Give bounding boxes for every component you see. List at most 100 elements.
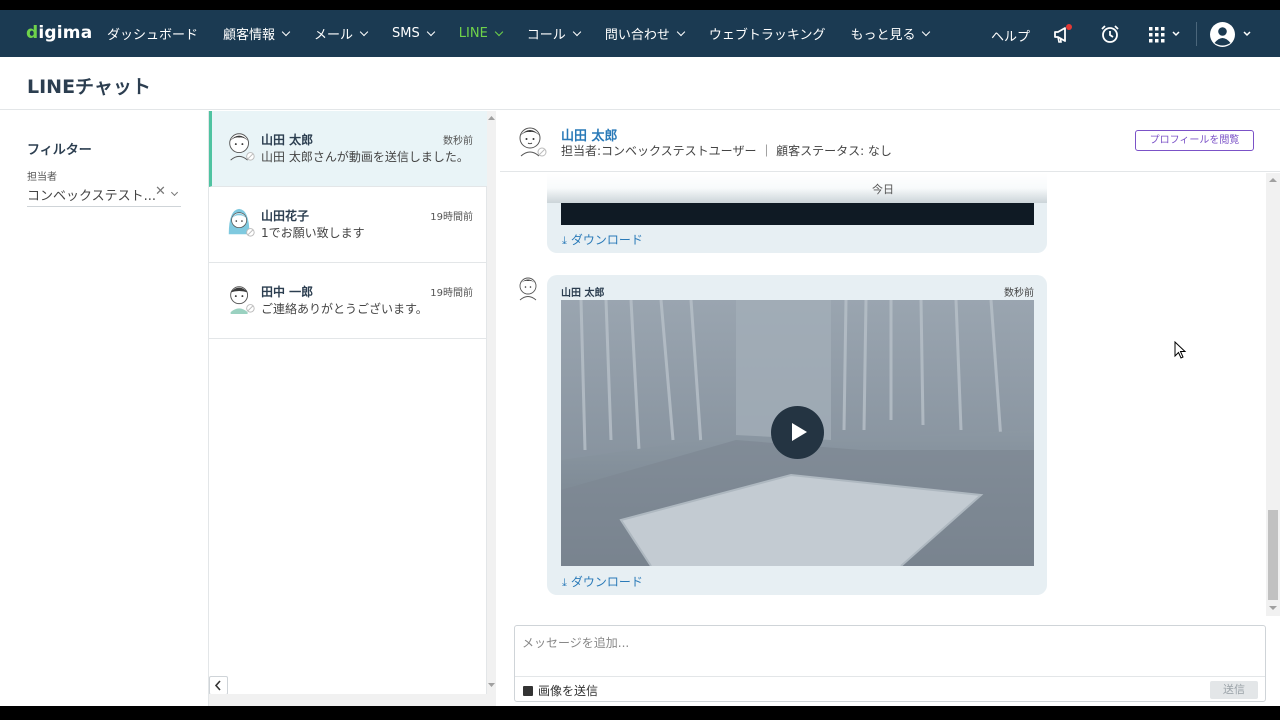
apps-grid-icon[interactable] [1146, 23, 1168, 45]
chevron-down-icon [281, 27, 291, 36]
conversation-last-message: 1でお願い致します [261, 226, 365, 240]
download-link-previous[interactable]: ⤓ ダウンロード [562, 231, 643, 248]
conversation-name: 山田花子 [261, 209, 310, 223]
chevron-down-icon[interactable] [170, 188, 179, 197]
video-thumbnail-previous[interactable] [561, 203, 1034, 225]
list-scrollbar[interactable] [487, 111, 496, 706]
chat-header: 山田 太郎 担当者:コンベックステストユーザー ｜ 顧客ステータス: なし プロ… [500, 111, 1280, 172]
download-icon: ⤓ [562, 234, 567, 247]
conversation-time: 19時間前 [430, 288, 473, 299]
assignee-value: コンベックステスト... [27, 189, 157, 204]
message-area: ⤓ ダウンロード 今日 山田 太郎 数秒前 ⤓ ダウンロード [500, 173, 1266, 616]
contact-avatar-icon [229, 133, 255, 161]
scroll-up-arrow-icon[interactable] [488, 115, 495, 121]
nav-item-label: LINE [458, 26, 488, 41]
scrollbar-thumb[interactable] [1268, 510, 1278, 600]
nav-item-3[interactable]: SMS [392, 10, 436, 57]
chat-scrollbar[interactable] [1266, 173, 1280, 616]
nav-item-label: 顧客情報 [223, 28, 276, 43]
logo-text: igima [38, 23, 93, 43]
nav-item-7[interactable]: ウェブトラッキング [709, 10, 826, 57]
conversation-item[interactable]: 山田 太郎 数秒前山田 太郎さんが動画を送信しました。 [209, 111, 487, 187]
list-horizontal-scrollbar[interactable] [209, 694, 487, 706]
date-separator: 今日 [872, 183, 894, 196]
nav-item-1[interactable]: 顧客情報 [223, 10, 291, 57]
nav-item-0[interactable]: ダッシュボード [107, 10, 198, 57]
send-button[interactable]: 送信 [1210, 681, 1258, 699]
chat-panel: 山田 太郎 担当者:コンベックステストユーザー ｜ 顧客ステータス: なし プロ… [500, 111, 1280, 706]
image-icon [523, 686, 533, 696]
nav-item-5[interactable]: コール [526, 10, 582, 57]
user-chevron-down-icon[interactable] [1241, 28, 1253, 40]
page-title: LINEチャット [27, 76, 151, 98]
composer-toolbar: 画像を送信 送信 [515, 676, 1265, 702]
nav-item-4[interactable]: LINE [458, 10, 504, 57]
sender-avatar-icon [519, 277, 537, 301]
message-time: 数秒前 [1004, 288, 1034, 299]
nav-item-8[interactable]: もっと見る [850, 10, 931, 57]
collapse-list-button[interactable] [209, 676, 228, 695]
view-profile-button[interactable]: プロフィールを閲覧 [1135, 130, 1254, 151]
top-nav: digima ダッシュボード 顧客情報 メール SMS LINE コール 問い合わせ ウェブト… [0, 10, 1280, 57]
play-icon [792, 423, 807, 441]
contact-avatar-icon [519, 127, 547, 157]
nav-item-6[interactable]: 問い合わせ [604, 10, 686, 57]
nav-divider [1196, 22, 1197, 46]
chevron-down-icon [426, 27, 436, 36]
nav-item-label: メール [314, 28, 354, 43]
clear-icon[interactable]: ✕ [155, 184, 166, 199]
chevron-left-icon [214, 680, 221, 691]
message-input[interactable]: メッセージを追加... [522, 634, 629, 651]
page-header: LINEチャット [0, 57, 1280, 110]
conversation-time: 19時間前 [430, 212, 473, 223]
nav-item-label: ウェブトラッキング [708, 28, 826, 43]
app-window: digima ダッシュボード 顧客情報 メール SMS LINE コール 問い合わせ ウェブト… [0, 10, 1280, 706]
contact-avatar-icon [228, 208, 255, 237]
conversation-time: 数秒前 [443, 136, 473, 147]
download-icon: ⤓ [562, 576, 567, 589]
conversation-name: 山田 太郎 [261, 133, 314, 147]
download-link[interactable]: ⤓ ダウンロード [562, 573, 643, 590]
message-composer: メッセージを追加... 画像を送信 送信 [514, 625, 1266, 702]
conversation-list: 山田 太郎 数秒前山田 太郎さんが動画を送信しました。 山田花子 19時間前 1でお願い… [209, 111, 496, 706]
download-label: ダウンロード [570, 233, 643, 247]
user-avatar-icon[interactable] [1209, 21, 1236, 48]
mouse-cursor-icon [1174, 341, 1187, 359]
conversation-name: 田中 一郎 [261, 285, 314, 299]
nav-item-label: SMS [392, 26, 420, 41]
apps-chevron-down-icon[interactable] [1170, 28, 1182, 40]
filter-title: フィルター [27, 143, 92, 158]
nav-items: ダッシュボード 顧客情報 メール SMS LINE コール 問い合わせ ウェブトラッキング もっ… [107, 10, 954, 57]
send-image-button[interactable]: 画像を送信 [523, 682, 598, 699]
nav-item-label: コール [526, 28, 566, 43]
conversation-last-message: ご連絡ありがとうございます。 [261, 302, 428, 316]
send-image-label: 画像を送信 [538, 684, 599, 698]
megaphone-icon[interactable] [1052, 23, 1074, 45]
nav-item-2[interactable]: メール [314, 10, 369, 57]
filter-panel: フィルター 担当者 コンベックステスト... ✕ [0, 111, 209, 706]
conversation-item[interactable]: 山田花子 19時間前 1でお願い致します [209, 187, 487, 263]
nav-item-label: もっと見る [850, 28, 916, 43]
conversation-last-message: 山田 太郎さんが動画を送信しました。 [261, 150, 469, 164]
chevron-down-icon [572, 27, 582, 36]
download-label: ダウンロード [570, 575, 643, 589]
digima-logo[interactable]: digima [26, 23, 92, 43]
contact-avatar-icon [230, 286, 255, 314]
message-bubble: 山田 太郎 数秒前 ⤓ ダウンロード [547, 275, 1047, 595]
scroll-down-arrow-icon[interactable] [1269, 605, 1277, 611]
chevron-down-icon [676, 27, 686, 36]
contact-subtitle: 担当者:コンベックステストユーザー ｜ 顧客ステータス: なし [561, 144, 892, 158]
assignee-select[interactable]: コンベックステスト... ✕ [27, 184, 181, 207]
alarm-clock-icon[interactable] [1099, 23, 1121, 45]
conversation-item[interactable]: 田中 一郎 19時間前 ご連絡ありがとうございます。 [209, 263, 487, 339]
video-player[interactable] [561, 300, 1034, 566]
play-button[interactable] [771, 406, 824, 459]
nav-item-label: 問い合わせ [604, 28, 670, 43]
chevron-down-icon [359, 27, 369, 36]
message-sender: 山田 太郎 [561, 288, 605, 299]
nav-help-link[interactable]: ヘルプ [991, 26, 1030, 45]
chevron-down-icon [922, 27, 931, 36]
nav-item-label: ダッシュボード [107, 28, 199, 43]
scroll-up-arrow-icon[interactable] [1269, 177, 1277, 183]
scroll-down-arrow-icon[interactable] [488, 682, 495, 688]
